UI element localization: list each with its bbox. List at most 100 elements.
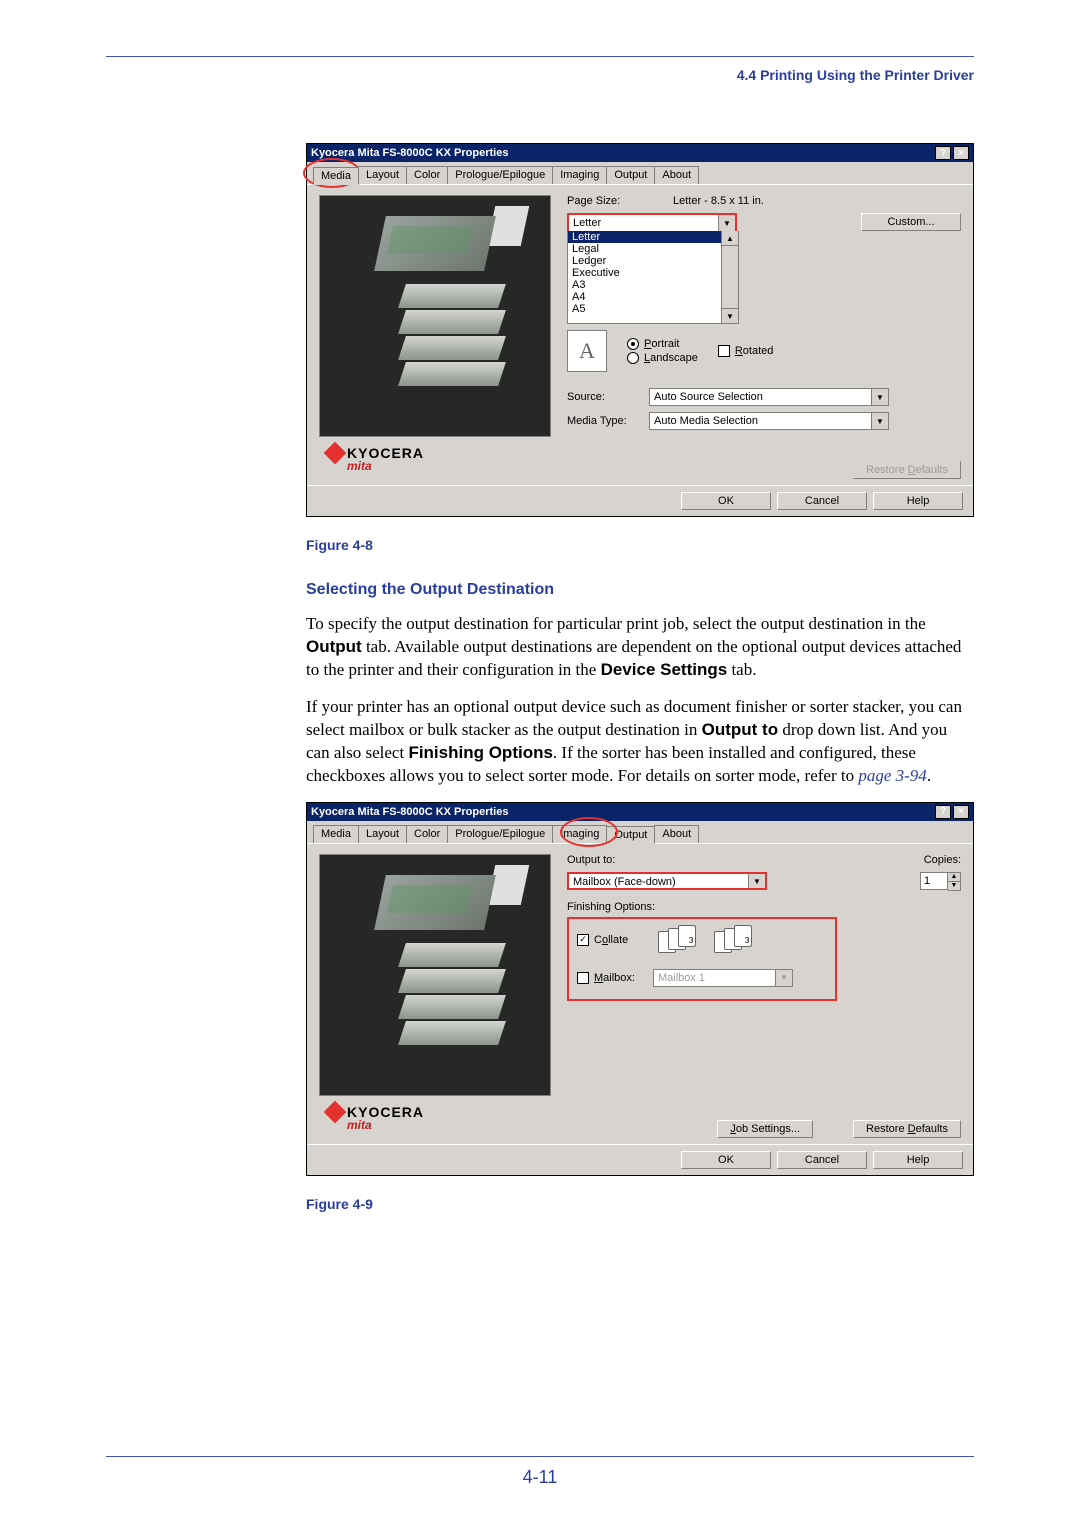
- page-size-label: Page Size:: [567, 195, 649, 207]
- chevron-down-icon[interactable]: ▼: [871, 413, 888, 429]
- chevron-down-icon[interactable]: ▼: [748, 874, 765, 888]
- tab-about[interactable]: About: [654, 166, 699, 184]
- logo-icon: [324, 442, 347, 465]
- help-button[interactable]: Help: [873, 492, 963, 510]
- scrollbar[interactable]: ▲ ▼: [721, 231, 738, 323]
- output-to-label: Output to:: [567, 854, 615, 866]
- orientation-preview: A: [567, 330, 607, 372]
- footer-rule: [106, 1456, 974, 1457]
- job-settings-button[interactable]: Job Settings...: [717, 1120, 813, 1138]
- list-item[interactable]: A3: [568, 279, 738, 291]
- custom-button[interactable]: Custom...: [861, 213, 961, 231]
- body-paragraph: To specify the output destination for pa…: [306, 613, 974, 682]
- source-value: Auto Source Selection: [650, 389, 871, 405]
- page-size-info: Letter - 8.5 x 11 in.: [673, 195, 764, 207]
- properties-dialog-output-tab: Kyocera Mita FS-8000C KX Properties ? × …: [306, 802, 974, 1176]
- mailbox-value: Mailbox 1: [654, 970, 775, 986]
- list-item[interactable]: A4: [568, 291, 738, 303]
- help-icon[interactable]: ?: [935, 805, 951, 819]
- content-column: Kyocera Mita FS-8000C KX Properties ? × …: [306, 143, 974, 1212]
- body-paragraph: If your printer has an optional output d…: [306, 696, 974, 788]
- list-item[interactable]: A5: [568, 303, 738, 315]
- tab-layout[interactable]: Layout: [358, 166, 407, 184]
- checkbox-mailbox[interactable]: Mailbox:: [577, 972, 635, 984]
- page-size-list[interactable]: Letter Legal Ledger Executive A3 A4 A5 ▲…: [567, 231, 739, 324]
- cancel-button[interactable]: Cancel: [777, 492, 867, 510]
- tab-prologue[interactable]: Prologue/Epilogue: [447, 166, 553, 184]
- radio-portrait[interactable]: PPortraitortrait: [627, 338, 698, 350]
- tab-output[interactable]: Output: [606, 166, 655, 184]
- properties-dialog-media-tab: Kyocera Mita FS-8000C KX Properties ? × …: [306, 143, 974, 517]
- scroll-up-icon[interactable]: ▲: [722, 231, 738, 246]
- copies-spinner[interactable]: 1 ▲▼: [920, 872, 961, 891]
- help-button[interactable]: Help: [873, 1151, 963, 1169]
- printer-preview: [319, 854, 551, 1096]
- collate-icon: 123 123: [658, 925, 762, 955]
- logo-subtext: mita: [347, 459, 424, 473]
- media-type-value: Auto Media Selection: [650, 413, 871, 429]
- annotation-circle: [560, 817, 618, 847]
- section-title: Selecting the Output Destination: [306, 581, 974, 599]
- list-item[interactable]: Executive: [568, 267, 738, 279]
- chevron-down-icon[interactable]: ▼: [871, 389, 888, 405]
- printer-preview: [319, 195, 551, 437]
- tab-prologue[interactable]: Prologue/Epilogue: [447, 825, 553, 843]
- titlebar: Kyocera Mita FS-8000C KX Properties ? ×: [307, 144, 973, 162]
- spin-down-icon[interactable]: ▼: [948, 882, 960, 890]
- finishing-label: Finishing Options:: [567, 901, 961, 913]
- brand-logo: KYOCERA mita: [327, 1104, 424, 1132]
- close-icon[interactable]: ×: [953, 805, 969, 819]
- list-item[interactable]: Ledger: [568, 255, 738, 267]
- ok-button[interactable]: OK: [681, 1151, 771, 1169]
- tab-strip: Media Layout Color Prologue/Epilogue Ima…: [307, 162, 973, 185]
- page-size-combo[interactable]: Letter ▼: [567, 213, 737, 231]
- dialog-footer: OK Cancel Help: [307, 485, 973, 516]
- list-item[interactable]: Letter: [568, 231, 738, 243]
- logo-icon: [324, 1100, 347, 1123]
- scroll-down-icon[interactable]: ▼: [722, 308, 738, 323]
- checkbox-collate[interactable]: ✓Collate: [577, 934, 628, 946]
- titlebar: Kyocera Mita FS-8000C KX Properties ? ×: [307, 803, 973, 821]
- radio-landscape[interactable]: Landscape: [627, 352, 698, 364]
- header-rule: [106, 56, 974, 57]
- close-icon[interactable]: ×: [953, 146, 969, 160]
- window-title: Kyocera Mita FS-8000C KX Properties: [311, 147, 508, 159]
- finishing-options-group: ✓Collate 123 123 Mailbox: Mailbox 1 ▼: [567, 917, 837, 1001]
- output-to-value: Mailbox (Face-down): [569, 874, 748, 888]
- window-title: Kyocera Mita FS-8000C KX Properties: [311, 806, 508, 818]
- chevron-down-icon: ▼: [775, 970, 792, 986]
- list-item[interactable]: Legal: [568, 243, 738, 255]
- page-ref-link[interactable]: page 3-94: [858, 766, 926, 785]
- logo-subtext: mita: [347, 1118, 424, 1132]
- source-label: Source:: [567, 391, 649, 403]
- tab-media[interactable]: Media: [313, 825, 359, 843]
- tab-imaging[interactable]: Imaging: [552, 166, 607, 184]
- tab-layout[interactable]: Layout: [358, 825, 407, 843]
- printer-illustration: [380, 216, 500, 396]
- figure-caption: Figure 4-8: [306, 537, 974, 553]
- copies-value[interactable]: 1: [920, 872, 948, 890]
- checkbox-rotated[interactable]: Rotated: [718, 345, 774, 357]
- figure-caption: Figure 4-9: [306, 1196, 974, 1212]
- chevron-down-icon[interactable]: ▼: [718, 215, 735, 231]
- help-icon[interactable]: ?: [935, 146, 951, 160]
- tab-media[interactable]: Media: [313, 167, 359, 185]
- output-to-combo[interactable]: Mailbox (Face-down) ▼: [567, 872, 767, 890]
- page-number: 4-11: [106, 1467, 974, 1488]
- tab-about[interactable]: About: [654, 825, 699, 843]
- header-section: 4.4 Printing Using the Printer Driver: [106, 67, 974, 83]
- tab-color[interactable]: Color: [406, 825, 448, 843]
- spin-up-icon[interactable]: ▲: [948, 873, 960, 882]
- source-combo[interactable]: Auto Source Selection ▼: [649, 388, 889, 406]
- ok-button[interactable]: OK: [681, 492, 771, 510]
- media-type-combo[interactable]: Auto Media Selection ▼: [649, 412, 889, 430]
- mailbox-combo: Mailbox 1 ▼: [653, 969, 793, 987]
- dialog-footer: OK Cancel Help: [307, 1144, 973, 1175]
- tab-color[interactable]: Color: [406, 166, 448, 184]
- page-size-selected: Letter: [569, 215, 718, 231]
- restore-defaults-button[interactable]: Restore Defaults: [853, 1120, 961, 1138]
- printer-illustration: [380, 875, 500, 1055]
- cancel-button[interactable]: Cancel: [777, 1151, 867, 1169]
- restore-defaults-button: Restore Defaults: [853, 461, 961, 479]
- copies-label: Copies:: [924, 854, 961, 866]
